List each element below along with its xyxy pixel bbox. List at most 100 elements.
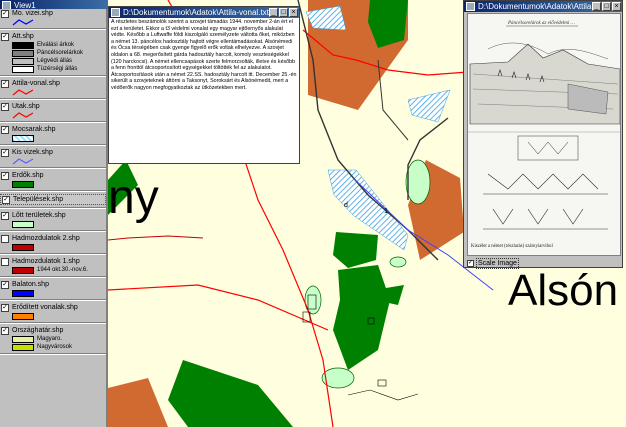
layer-name: Att.shp (12, 33, 34, 40)
layer-symbol (0, 134, 106, 142)
legend-layer-item[interactable]: Erődített vonalak.shp (0, 303, 106, 312)
symbol-swatch (12, 312, 34, 320)
layer-visibility-checkbox[interactable] (1, 33, 9, 41)
path-line (347, 389, 419, 401)
forest-polygon (168, 360, 293, 427)
symbol-swatch (12, 41, 34, 49)
close-button[interactable]: × (289, 8, 298, 17)
image-icon (466, 2, 475, 11)
scale-image-toggle[interactable]: ✓ Scale Image (467, 258, 519, 269)
class-label: Páncélsorelárkok (37, 50, 84, 56)
image-window-titlebar[interactable]: D:\Dokumentumok\Adatok\Attila... _ □ × (464, 1, 622, 12)
image-window-title: D:\Dokumentumok\Adatok\Attila... (478, 2, 599, 11)
layer-name: Attila-vonal.shp (12, 80, 60, 87)
close-button[interactable]: × (612, 2, 621, 11)
layer-visibility-checkbox[interactable] (1, 327, 9, 335)
legend-layer-item[interactable]: Kis vizek.shp (0, 148, 106, 157)
layer-visibility-checkbox[interactable] (1, 172, 9, 180)
legend-layer-item[interactable]: Országhatár.shp (0, 326, 106, 335)
maximize-button[interactable]: □ (279, 8, 288, 17)
symbol-swatch (12, 157, 34, 165)
layer-visibility-checkbox[interactable] (1, 10, 9, 18)
layer-visibility-checkbox[interactable] (1, 281, 9, 289)
legend-layer-item[interactable]: Települések.shp (0, 194, 106, 205)
symbol-swatch (12, 88, 34, 96)
layer-visibility-checkbox[interactable] (1, 126, 9, 134)
historical-sketch-image: Páncélsorelárok az elővédelmi … Kiszélet… (467, 13, 621, 256)
layer-visibility-checkbox[interactable] (1, 103, 9, 111)
wetland-polygon (407, 89, 451, 123)
symbol-swatch (12, 18, 34, 26)
layer-name: Lőtt területek.shp (12, 212, 66, 219)
layer-visibility-checkbox[interactable] (1, 80, 9, 88)
legend-layer-item[interactable]: Mocsarak.shp (0, 125, 106, 134)
layer-visibility-checkbox[interactable] (1, 258, 9, 266)
maximize-button[interactable]: □ (602, 2, 611, 11)
legend-layer-item[interactable]: Hadmozdulatok 2.shp (0, 234, 106, 243)
minimize-button[interactable]: _ (269, 8, 278, 17)
town-label-right: Alsón (508, 266, 619, 315)
legend-layer-item[interactable]: Att.shp (0, 32, 106, 41)
text-window-title: D:\Dokumentumok\Adatok\Attila-vonal.txt (123, 8, 269, 17)
legend-separator (0, 144, 106, 146)
class-label: Tüzérségi állás (37, 66, 78, 72)
layer-visibility-checkbox[interactable] (1, 304, 9, 312)
legend-separator (0, 167, 106, 169)
legend-layer-item[interactable]: Utak.shp (0, 102, 106, 111)
class-label: Nagyvárosok (37, 344, 73, 350)
legend-class-item: Magyaro. (0, 335, 106, 343)
layer-symbol (0, 289, 106, 297)
layer-symbol (0, 312, 106, 320)
class-label: Magyaro. (37, 336, 63, 342)
layer-visibility-checkbox[interactable] (1, 235, 9, 243)
symbol-swatch (12, 243, 34, 251)
text-window-body: A részletes beszámolók szerint a szovjet… (111, 19, 297, 91)
settlement-polygon (108, 378, 168, 427)
symbol-swatch (12, 111, 34, 119)
symbol-swatch (12, 49, 34, 57)
gis-application: View1 Mo. vizei.shpAtt.shpElválási árkok… (0, 0, 626, 427)
layer-name: Hadmozdulatok 1.shp (12, 258, 80, 265)
symbol-swatch (12, 57, 34, 65)
minimize-button[interactable]: _ (592, 2, 601, 11)
open-area-polygon (389, 256, 407, 268)
image-viewer-window[interactable]: D:\Dokumentumok\Adatok\Attila... _ □ × P… (463, 0, 623, 269)
symbol-swatch (12, 335, 34, 343)
layer-symbol (0, 88, 106, 96)
legend-layer-item[interactable]: Balaton.shp (0, 280, 106, 289)
symbol-swatch (12, 180, 34, 188)
layer-symbol: 1944 okt.30.-nov.6. (0, 266, 106, 274)
legend-separator (0, 253, 106, 255)
layer-name: Mocsarak.shp (12, 126, 56, 133)
text-viewer-window[interactable]: D:\Dokumentumok\Adatok\Attila-vonal.txt … (108, 6, 300, 164)
legend-separator (0, 322, 106, 324)
legend-layer-item[interactable]: Lőtt területek.shp (0, 211, 106, 220)
text-window-titlebar[interactable]: D:\Dokumentumok\Adatok\Attila-vonal.txt … (109, 7, 299, 18)
legend-layer-item[interactable]: Attila-vonal.shp (0, 79, 106, 88)
scale-image-checkbox[interactable]: ✓ (467, 260, 474, 267)
legend-layer-item[interactable]: Erdők.shp (0, 171, 106, 180)
legend-separator (0, 28, 106, 30)
legend-layer-item[interactable]: Mo. vizei.shp (0, 9, 106, 18)
symbol-swatch (12, 220, 34, 228)
legend-layer-item[interactable]: Hadmozdulatok 1.shp (0, 257, 106, 266)
legend-separator (0, 75, 106, 77)
layer-symbol (0, 157, 106, 165)
town-label-left: ny (108, 171, 159, 224)
legend-separator (0, 207, 106, 209)
open-area-polygon (405, 159, 431, 205)
legend-separator (0, 299, 106, 301)
legend-separator (0, 230, 106, 232)
layer-symbol (0, 180, 106, 188)
layer-name: Kis vizek.shp (12, 149, 53, 156)
layer-visibility-checkbox[interactable] (2, 196, 10, 204)
map-label-small: 1 (384, 208, 388, 215)
symbol-swatch (12, 266, 34, 274)
layer-visibility-checkbox[interactable] (1, 149, 9, 157)
layer-name: Települések.shp (13, 196, 64, 203)
layer-symbol (0, 18, 106, 26)
building-block (377, 379, 387, 387)
layer-name: Hadmozdulatok 2.shp (12, 235, 80, 242)
layer-visibility-checkbox[interactable] (1, 212, 9, 220)
symbol-swatch (12, 65, 34, 73)
